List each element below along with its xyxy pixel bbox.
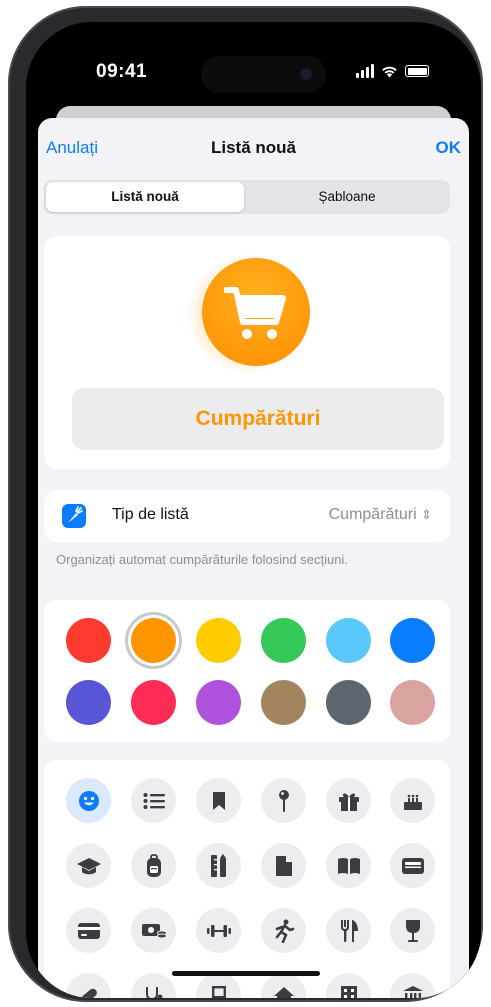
carrot-icon bbox=[62, 504, 86, 528]
pill-icon[interactable] bbox=[66, 973, 111, 998]
stethoscope-icon[interactable] bbox=[131, 973, 176, 998]
color-brown[interactable] bbox=[261, 680, 306, 725]
list-type-label: Tip de listă bbox=[112, 506, 189, 523]
color-blue[interactable] bbox=[390, 618, 435, 663]
color-orange[interactable] bbox=[131, 618, 176, 663]
color-purple[interactable] bbox=[196, 680, 241, 725]
fork-knife-icon[interactable] bbox=[326, 908, 371, 953]
gift-icon[interactable] bbox=[326, 778, 371, 823]
cellular-signal-icon bbox=[356, 64, 374, 78]
list-type-value-text: Cumpărături bbox=[328, 506, 417, 523]
cart-icon bbox=[224, 287, 286, 339]
chair-icon[interactable] bbox=[196, 973, 241, 998]
bank-icon[interactable] bbox=[390, 973, 435, 998]
wallet-icon[interactable] bbox=[390, 843, 435, 888]
smiley-icon[interactable] bbox=[66, 778, 111, 823]
list-type-footer: Organizați automat cumpărăturile folosin… bbox=[56, 552, 348, 567]
list-name-card: Cumpărături bbox=[44, 236, 450, 469]
battery-icon bbox=[405, 65, 429, 77]
dynamic-island bbox=[201, 56, 326, 93]
list-type-value[interactable]: Cumpărături ⇕ bbox=[329, 506, 432, 524]
status-bar: 09:41 bbox=[26, 22, 481, 114]
ok-button[interactable]: OK bbox=[436, 138, 462, 158]
segment-new-list[interactable]: Listă nouă bbox=[46, 182, 244, 212]
color-indigo[interactable] bbox=[66, 680, 111, 725]
credit-card-icon[interactable] bbox=[66, 908, 111, 953]
phone-frame: 09:41 Anulați Listă nouă OK Listă nouă Ș… bbox=[8, 6, 483, 1002]
house-icon[interactable] bbox=[261, 973, 306, 998]
color-green[interactable] bbox=[261, 618, 306, 663]
ruler-pencil-icon[interactable] bbox=[196, 843, 241, 888]
list-icon-badge bbox=[202, 258, 310, 366]
document-icon[interactable] bbox=[261, 843, 306, 888]
status-icons bbox=[356, 64, 429, 78]
money-icon[interactable] bbox=[131, 908, 176, 953]
new-list-sheet: Anulați Listă nouă OK Listă nouă Șabloan… bbox=[38, 118, 469, 998]
bookmark-icon[interactable] bbox=[196, 778, 241, 823]
color-pink[interactable] bbox=[131, 680, 176, 725]
icon-picker bbox=[44, 760, 450, 998]
chevron-up-down-icon: ⇕ bbox=[421, 507, 432, 522]
list-type-row[interactable]: Tip de listă Cumpărături ⇕ bbox=[44, 490, 450, 542]
color-yellow[interactable] bbox=[196, 618, 241, 663]
list-icon[interactable] bbox=[131, 778, 176, 823]
pin-icon[interactable] bbox=[261, 778, 306, 823]
cake-icon[interactable] bbox=[390, 778, 435, 823]
color-red[interactable] bbox=[66, 618, 111, 663]
color-gray[interactable] bbox=[326, 680, 371, 725]
color-rose[interactable] bbox=[390, 680, 435, 725]
wineglass-icon[interactable] bbox=[390, 908, 435, 953]
segment-templates[interactable]: Șabloane bbox=[246, 182, 448, 212]
graduation-cap-icon[interactable] bbox=[66, 843, 111, 888]
list-name-field[interactable]: Cumpărături bbox=[72, 388, 444, 450]
book-icon[interactable] bbox=[326, 843, 371, 888]
home-indicator[interactable] bbox=[172, 971, 320, 976]
screen: 09:41 Anulați Listă nouă OK Listă nouă Ș… bbox=[26, 22, 481, 998]
building-icon[interactable] bbox=[326, 973, 371, 998]
status-time: 09:41 bbox=[96, 61, 148, 82]
screen-bezel: 09:41 Anulați Listă nouă OK Listă nouă Ș… bbox=[26, 22, 481, 998]
color-light-blue[interactable] bbox=[326, 618, 371, 663]
backpack-icon[interactable] bbox=[131, 843, 176, 888]
segmented-control: Listă nouă Șabloane bbox=[44, 180, 450, 214]
dumbbell-icon[interactable] bbox=[196, 908, 241, 953]
running-icon[interactable] bbox=[261, 908, 306, 953]
page-title: Listă nouă bbox=[210, 138, 296, 157]
camera-icon bbox=[300, 68, 312, 80]
nav-bar: Anulați Listă nouă OK bbox=[38, 118, 469, 166]
wifi-icon bbox=[382, 66, 397, 77]
color-picker bbox=[44, 600, 450, 742]
